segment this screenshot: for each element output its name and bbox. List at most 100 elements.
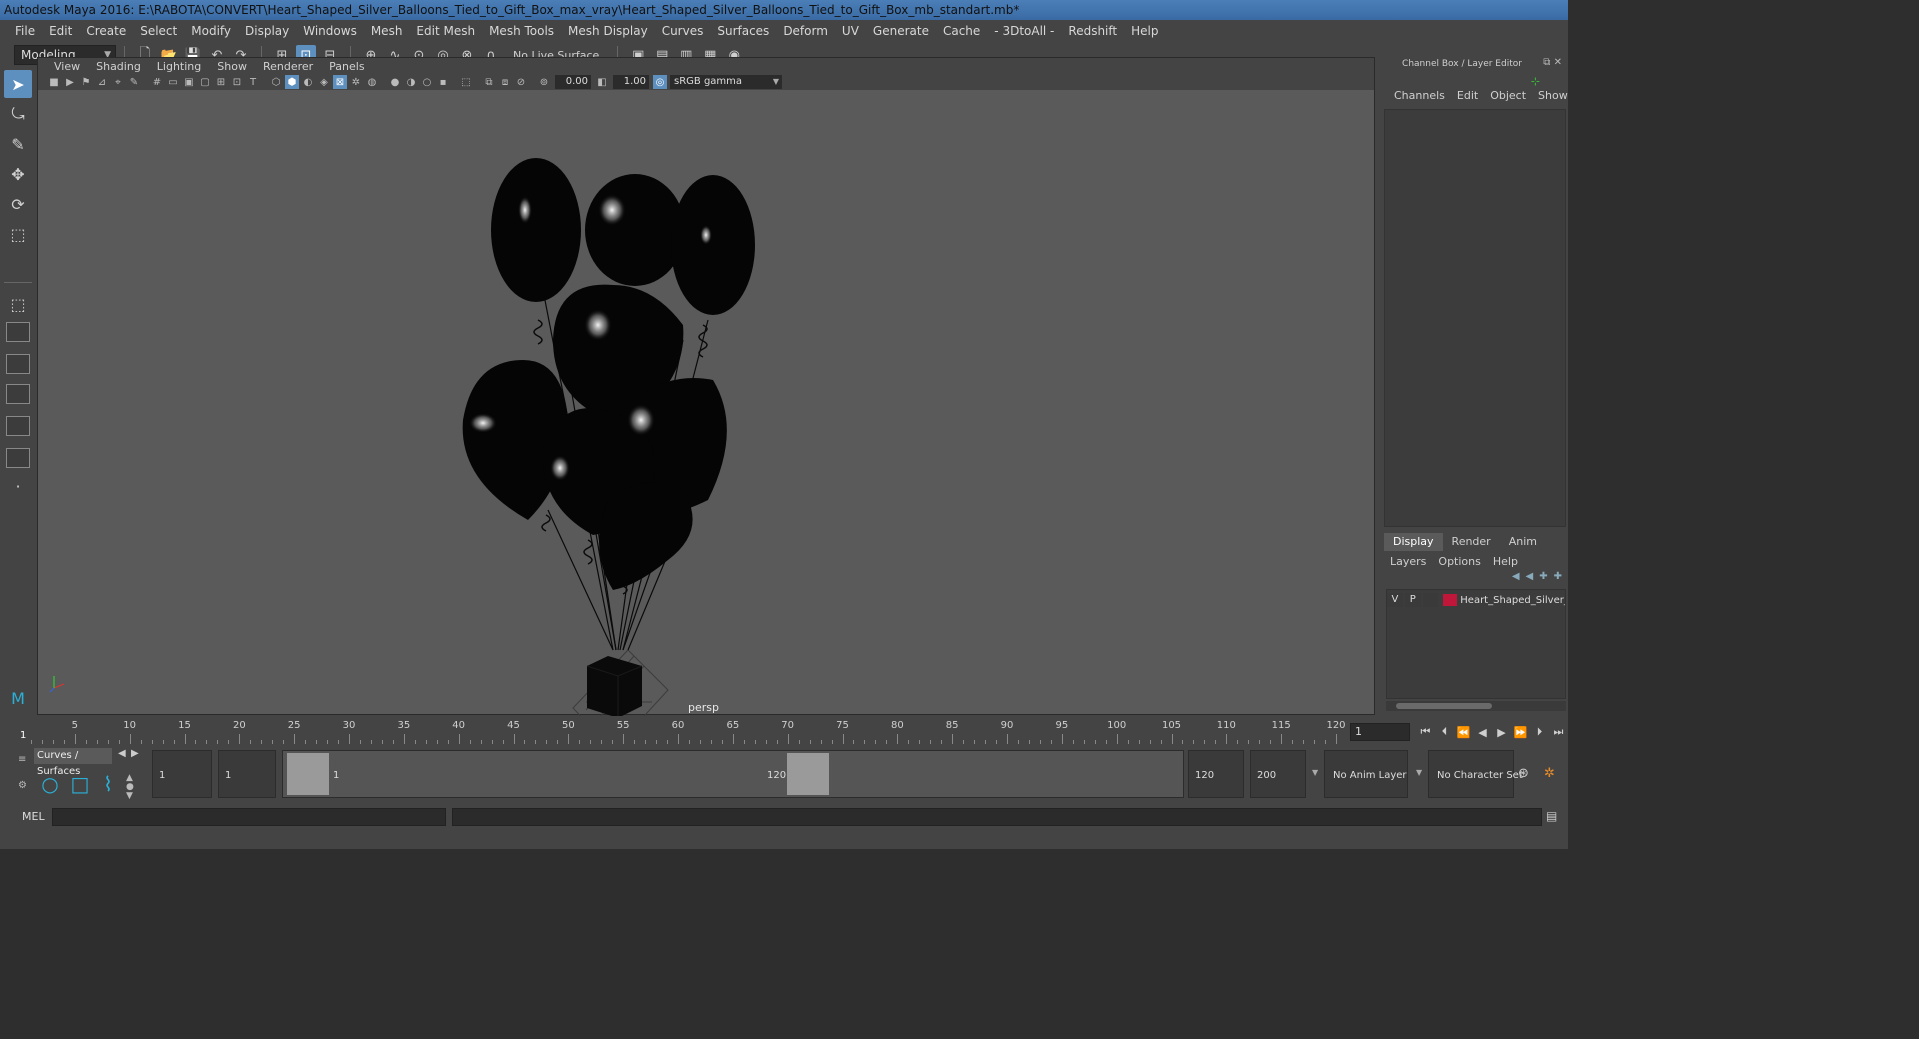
paint-select-tool-icon[interactable]: ✎ [4,130,32,158]
nurbs-square-icon[interactable]: □ [68,772,92,796]
shelf-prev-icon[interactable]: ◀ [118,748,126,759]
menu-mesh-tools[interactable]: Mesh Tools [482,24,561,38]
scrollbar-thumb[interactable] [1396,703,1492,709]
step-forward-key-icon[interactable]: ⏵ [1530,723,1549,741]
gate-mask-icon[interactable]: ▢ [198,75,212,89]
view-transform-dropdown[interactable]: sRGB gamma [670,75,782,89]
isolate-select-icon[interactable]: ⬚ [459,75,473,89]
menu-create[interactable]: Create [79,24,133,38]
more-layouts-icon[interactable]: · [4,472,32,500]
menu-select[interactable]: Select [133,24,184,38]
scale-tool-icon[interactable]: ⬚ [4,220,32,248]
time-slider[interactable]: 5 10 15 20 25 30 35 40 45 50 55 60 65 70 75 80 85 90 95 100… [6,716,1346,746]
camera-icon[interactable]: ▶ [63,75,77,89]
layer-menu-layers[interactable]: Layers [1384,555,1432,568]
channel-box-menu-object[interactable]: Object [1484,89,1532,102]
menu-3dtoall[interactable]: - 3DtoAll - [987,24,1061,38]
menu-redshift[interactable]: Redshift [1061,24,1124,38]
xray-active-icon[interactable]: ⧈ [498,75,512,89]
script-editor-icon[interactable]: ▤ [1546,809,1562,825]
hud-icon[interactable]: ⧉ [482,75,496,89]
resolution-gate-icon[interactable]: ▣ [182,75,196,89]
tab-anim[interactable]: Anim [1500,533,1546,551]
use-default-material-icon[interactable]: ◐ [301,75,315,89]
gamma-field[interactable]: 1.00 [613,75,649,89]
viewport-menu-view[interactable]: View [46,60,88,73]
menu-file[interactable]: File [8,24,42,38]
viewport-menu-shading[interactable]: Shading [88,60,149,73]
layer-scrollbar[interactable] [1386,701,1566,711]
mel-label[interactable]: MEL [22,810,45,823]
playback-start-field[interactable]: 1 [218,750,276,798]
playback-end-field[interactable]: 120 [1188,750,1244,798]
menu-modify[interactable]: Modify [184,24,238,38]
range-end-handle[interactable] [787,753,829,795]
menu-display[interactable]: Display [238,24,296,38]
menu-edit-mesh[interactable]: Edit Mesh [409,24,482,38]
shelf-scroll-icon[interactable]: ▲ ● ▼ [126,774,134,801]
wireframe-on-shaded-icon[interactable]: ◈ [317,75,331,89]
camera-attributes-icon[interactable]: ■ [47,75,61,89]
menu-mesh[interactable]: Mesh [364,24,410,38]
auto-key-icon[interactable]: ⊛ [1518,766,1529,781]
step-back-key-icon[interactable]: ⏴ [1435,723,1454,741]
screen-space-ao-icon[interactable]: ○ [420,75,434,89]
all-lights-icon[interactable]: ● [388,75,402,89]
color-management-icon[interactable]: ◎ [653,75,667,89]
textured-icon[interactable]: ◍ [365,75,379,89]
viewport-scene[interactable] [38,90,1376,716]
anim-layer-dropdown[interactable]: No Anim Layer [1324,750,1408,798]
menu-deform[interactable]: Deform [776,24,835,38]
layer-visibility-toggle[interactable]: V [1387,593,1403,607]
menu-uv[interactable]: UV [835,24,866,38]
layer-menu-help[interactable]: Help [1487,555,1524,568]
play-backwards-icon[interactable]: ◀ [1473,723,1492,741]
current-frame-field[interactable]: 1 [1350,723,1410,741]
field-chart-icon[interactable]: ⊞ [214,75,228,89]
safe-title-icon[interactable]: T [246,75,260,89]
layer-color-swatch[interactable] [1443,594,1458,606]
xray-icon[interactable]: ⊠ [333,75,347,89]
layer-row[interactable]: V P Heart_Shaped_Silver_Bal [1387,592,1565,608]
new-empty-layer-icon[interactable]: ✚ [1539,571,1547,582]
step-back-frame-icon[interactable]: ⏪ [1454,723,1473,741]
layer-name[interactable]: Heart_Shaped_Silver_Bal [1460,595,1565,606]
go-to-end-icon[interactable]: ⏭ [1549,723,1568,741]
tab-render[interactable]: Render [1443,533,1500,551]
animation-preferences-icon[interactable]: ✲ [1544,766,1555,781]
bookmark-icon[interactable]: ⚑ [79,75,93,89]
shadows-icon[interactable]: ◑ [404,75,418,89]
viewport-menu-show[interactable]: Show [209,60,255,73]
layer-menu-options[interactable]: Options [1432,555,1486,568]
two-d-pan-zoom-icon[interactable]: ⌖ [111,75,125,89]
channel-box-icon[interactable]: ⊹ [1531,75,1540,88]
select-tool-icon[interactable]: ➤ [4,70,32,98]
single-perspective-layout-icon[interactable]: ⬚ [4,290,32,318]
gamma-icon[interactable]: ◧ [595,75,609,89]
play-forwards-icon[interactable]: ▶ [1492,723,1511,741]
ep-curve-icon[interactable]: ⌇ [96,772,120,796]
viewport-menu-renderer[interactable]: Renderer [255,60,321,73]
menu-mesh-display[interactable]: Mesh Display [561,24,655,38]
grid-icon[interactable]: # [150,75,164,89]
shelf-menu-icon[interactable]: ≡ [18,754,26,765]
menu-generate[interactable]: Generate [866,24,936,38]
shelf-next-icon[interactable]: ▶ [131,748,139,759]
viewport-menu-lighting[interactable]: Lighting [149,60,209,73]
safe-action-icon[interactable]: ⊡ [230,75,244,89]
motion-blur-icon[interactable]: ▪ [436,75,450,89]
exposure-field[interactable]: 0.00 [555,75,591,89]
persp-graph-layout-icon[interactable] [6,354,30,374]
character-set-dropdown[interactable]: No Character Set [1428,750,1523,798]
chevron-down-icon[interactable]: ▼ [1416,768,1422,777]
move-tool-icon[interactable]: ✥ [4,160,32,188]
four-view-layout-icon[interactable] [6,322,30,342]
menu-surfaces[interactable]: Surfaces [710,24,776,38]
menu-windows[interactable]: Windows [296,24,364,38]
lasso-tool-icon[interactable]: ⤿ [4,100,32,128]
animation-end-field[interactable]: 200 [1250,750,1306,798]
multisample-icon[interactable]: ⊘ [514,75,528,89]
menu-curves[interactable]: Curves [655,24,711,38]
outliner-layout-icon[interactable] [6,416,30,436]
new-layer-selected-icon[interactable]: ✚ [1554,571,1562,582]
